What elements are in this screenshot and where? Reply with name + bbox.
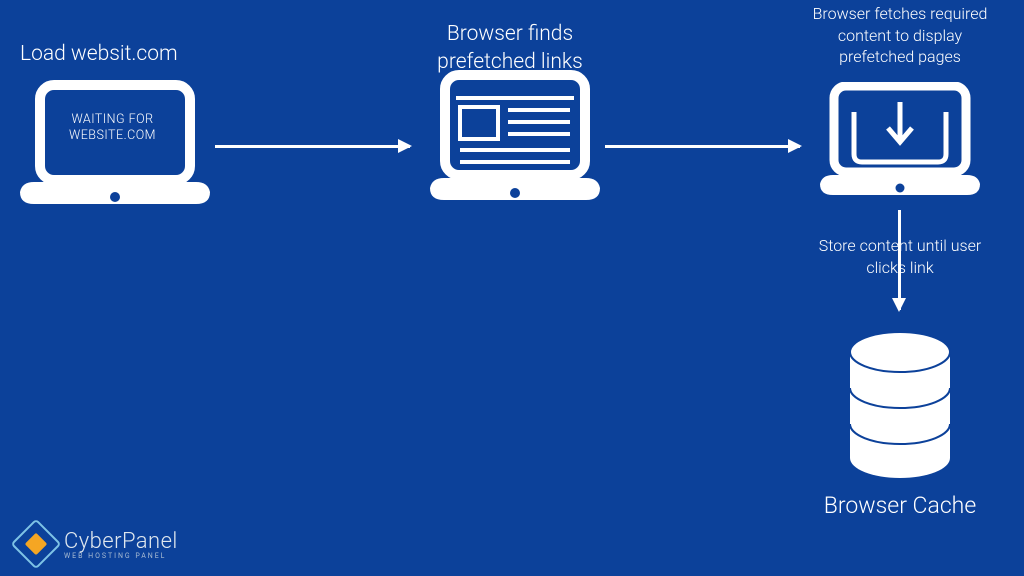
step1-label: Load websit.com bbox=[20, 40, 178, 68]
cache-label: Browser Cache bbox=[800, 490, 1000, 521]
database-icon bbox=[848, 330, 952, 484]
laptop-page-icon bbox=[430, 70, 600, 210]
arrow-step2-to-step3 bbox=[605, 145, 800, 148]
laptop-download-icon bbox=[820, 82, 980, 202]
laptop-waiting-screen-text: WAITING FOR WEBSITE.COM bbox=[60, 112, 165, 145]
arrow-step1-to-step2 bbox=[215, 145, 410, 148]
brand-logo-mark-icon bbox=[11, 519, 62, 570]
brand-tagline: WEB HOSTING PANEL bbox=[64, 552, 178, 560]
brand-logo: CyberPanel WEB HOSTING PANEL bbox=[18, 526, 178, 562]
step2-label: Browser finds prefetched links bbox=[410, 20, 610, 77]
laptop-waiting-icon bbox=[20, 80, 210, 210]
brand-name: CyberPanel bbox=[64, 529, 178, 554]
arrow-step3-to-cache bbox=[898, 210, 901, 310]
step3-label: Browser fetches required content to disp… bbox=[800, 3, 1000, 68]
